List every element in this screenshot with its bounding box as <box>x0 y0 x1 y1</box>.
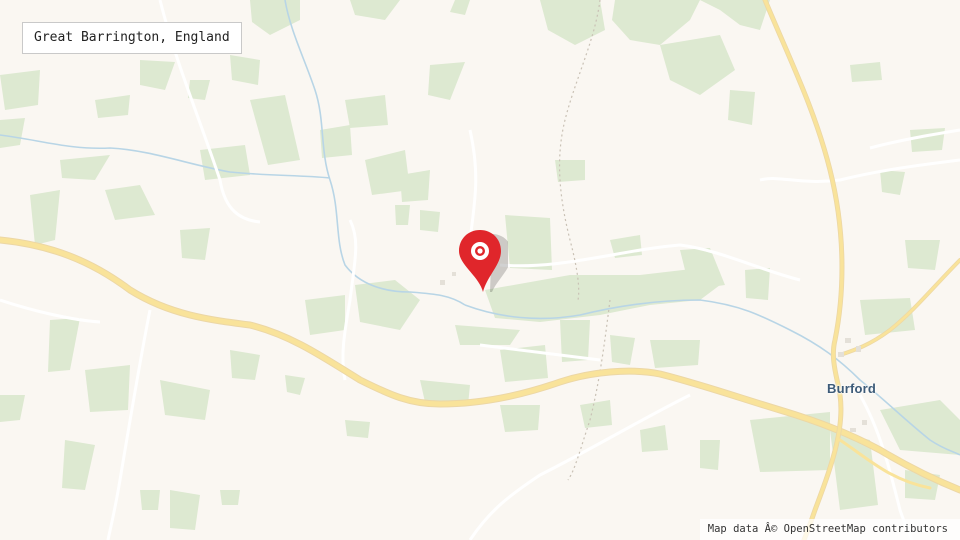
map-canvas[interactable]: Great Barrington, England Burford Map da… <box>0 0 960 540</box>
place-label-burford: Burford <box>827 381 877 396</box>
map-attribution: Map data Â© OpenStreetMap contributors <box>699 519 960 540</box>
map-pin-icon[interactable] <box>456 228 512 294</box>
location-label: Great Barrington, England <box>22 22 242 54</box>
